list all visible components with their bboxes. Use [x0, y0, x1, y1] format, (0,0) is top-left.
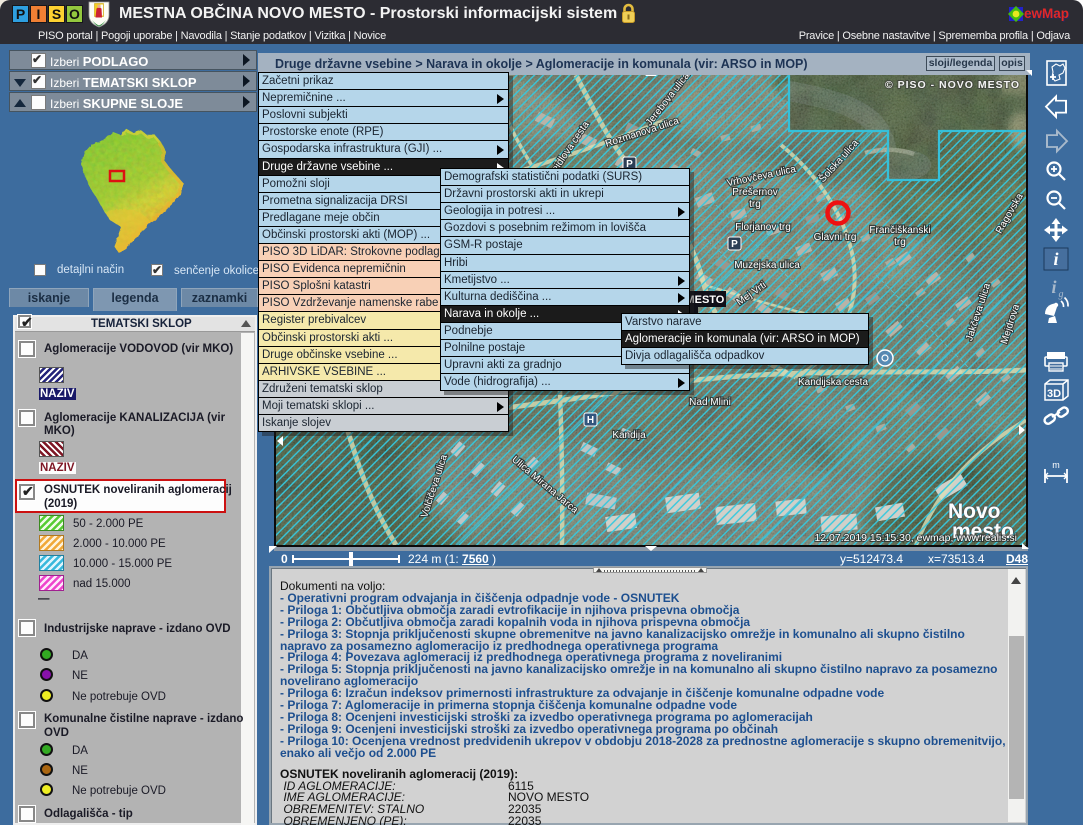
svg-text:Kandija: Kandija [612, 430, 646, 441]
svg-text:trg: trg [749, 199, 761, 210]
svg-text:12.07.2019 15:15:30, ewmap, ww: 12.07.2019 15:15:30, ewmap, www.realis.s… [814, 532, 1017, 544]
svg-text:H: H [587, 415, 594, 426]
svg-text:P: P [731, 239, 738, 250]
svg-text:Muzejska ulica: Muzejska ulica [734, 260, 800, 271]
svg-text:Nad Mlini: Nad Mlini [689, 397, 731, 408]
svg-text:trg: trg [894, 237, 906, 248]
svg-text:Kandijska cesta: Kandijska cesta [798, 377, 868, 388]
svg-text:3D: 3D [1047, 388, 1061, 400]
svg-text:m: m [1052, 460, 1060, 470]
svg-text:Frančiškanski: Frančiškanski [869, 225, 930, 236]
svg-text:Florjanov trg: Florjanov trg [735, 222, 791, 233]
svg-text:g: g [1059, 289, 1064, 300]
svg-text:i: i [1051, 277, 1056, 297]
svg-text:Glavni trg: Glavni trg [814, 232, 857, 243]
svg-text:© PISO - NOVO MESTO: © PISO - NOVO MESTO [885, 79, 1020, 91]
svg-text:Prešernov: Prešernov [732, 187, 778, 198]
svg-text:i: i [1053, 249, 1058, 269]
